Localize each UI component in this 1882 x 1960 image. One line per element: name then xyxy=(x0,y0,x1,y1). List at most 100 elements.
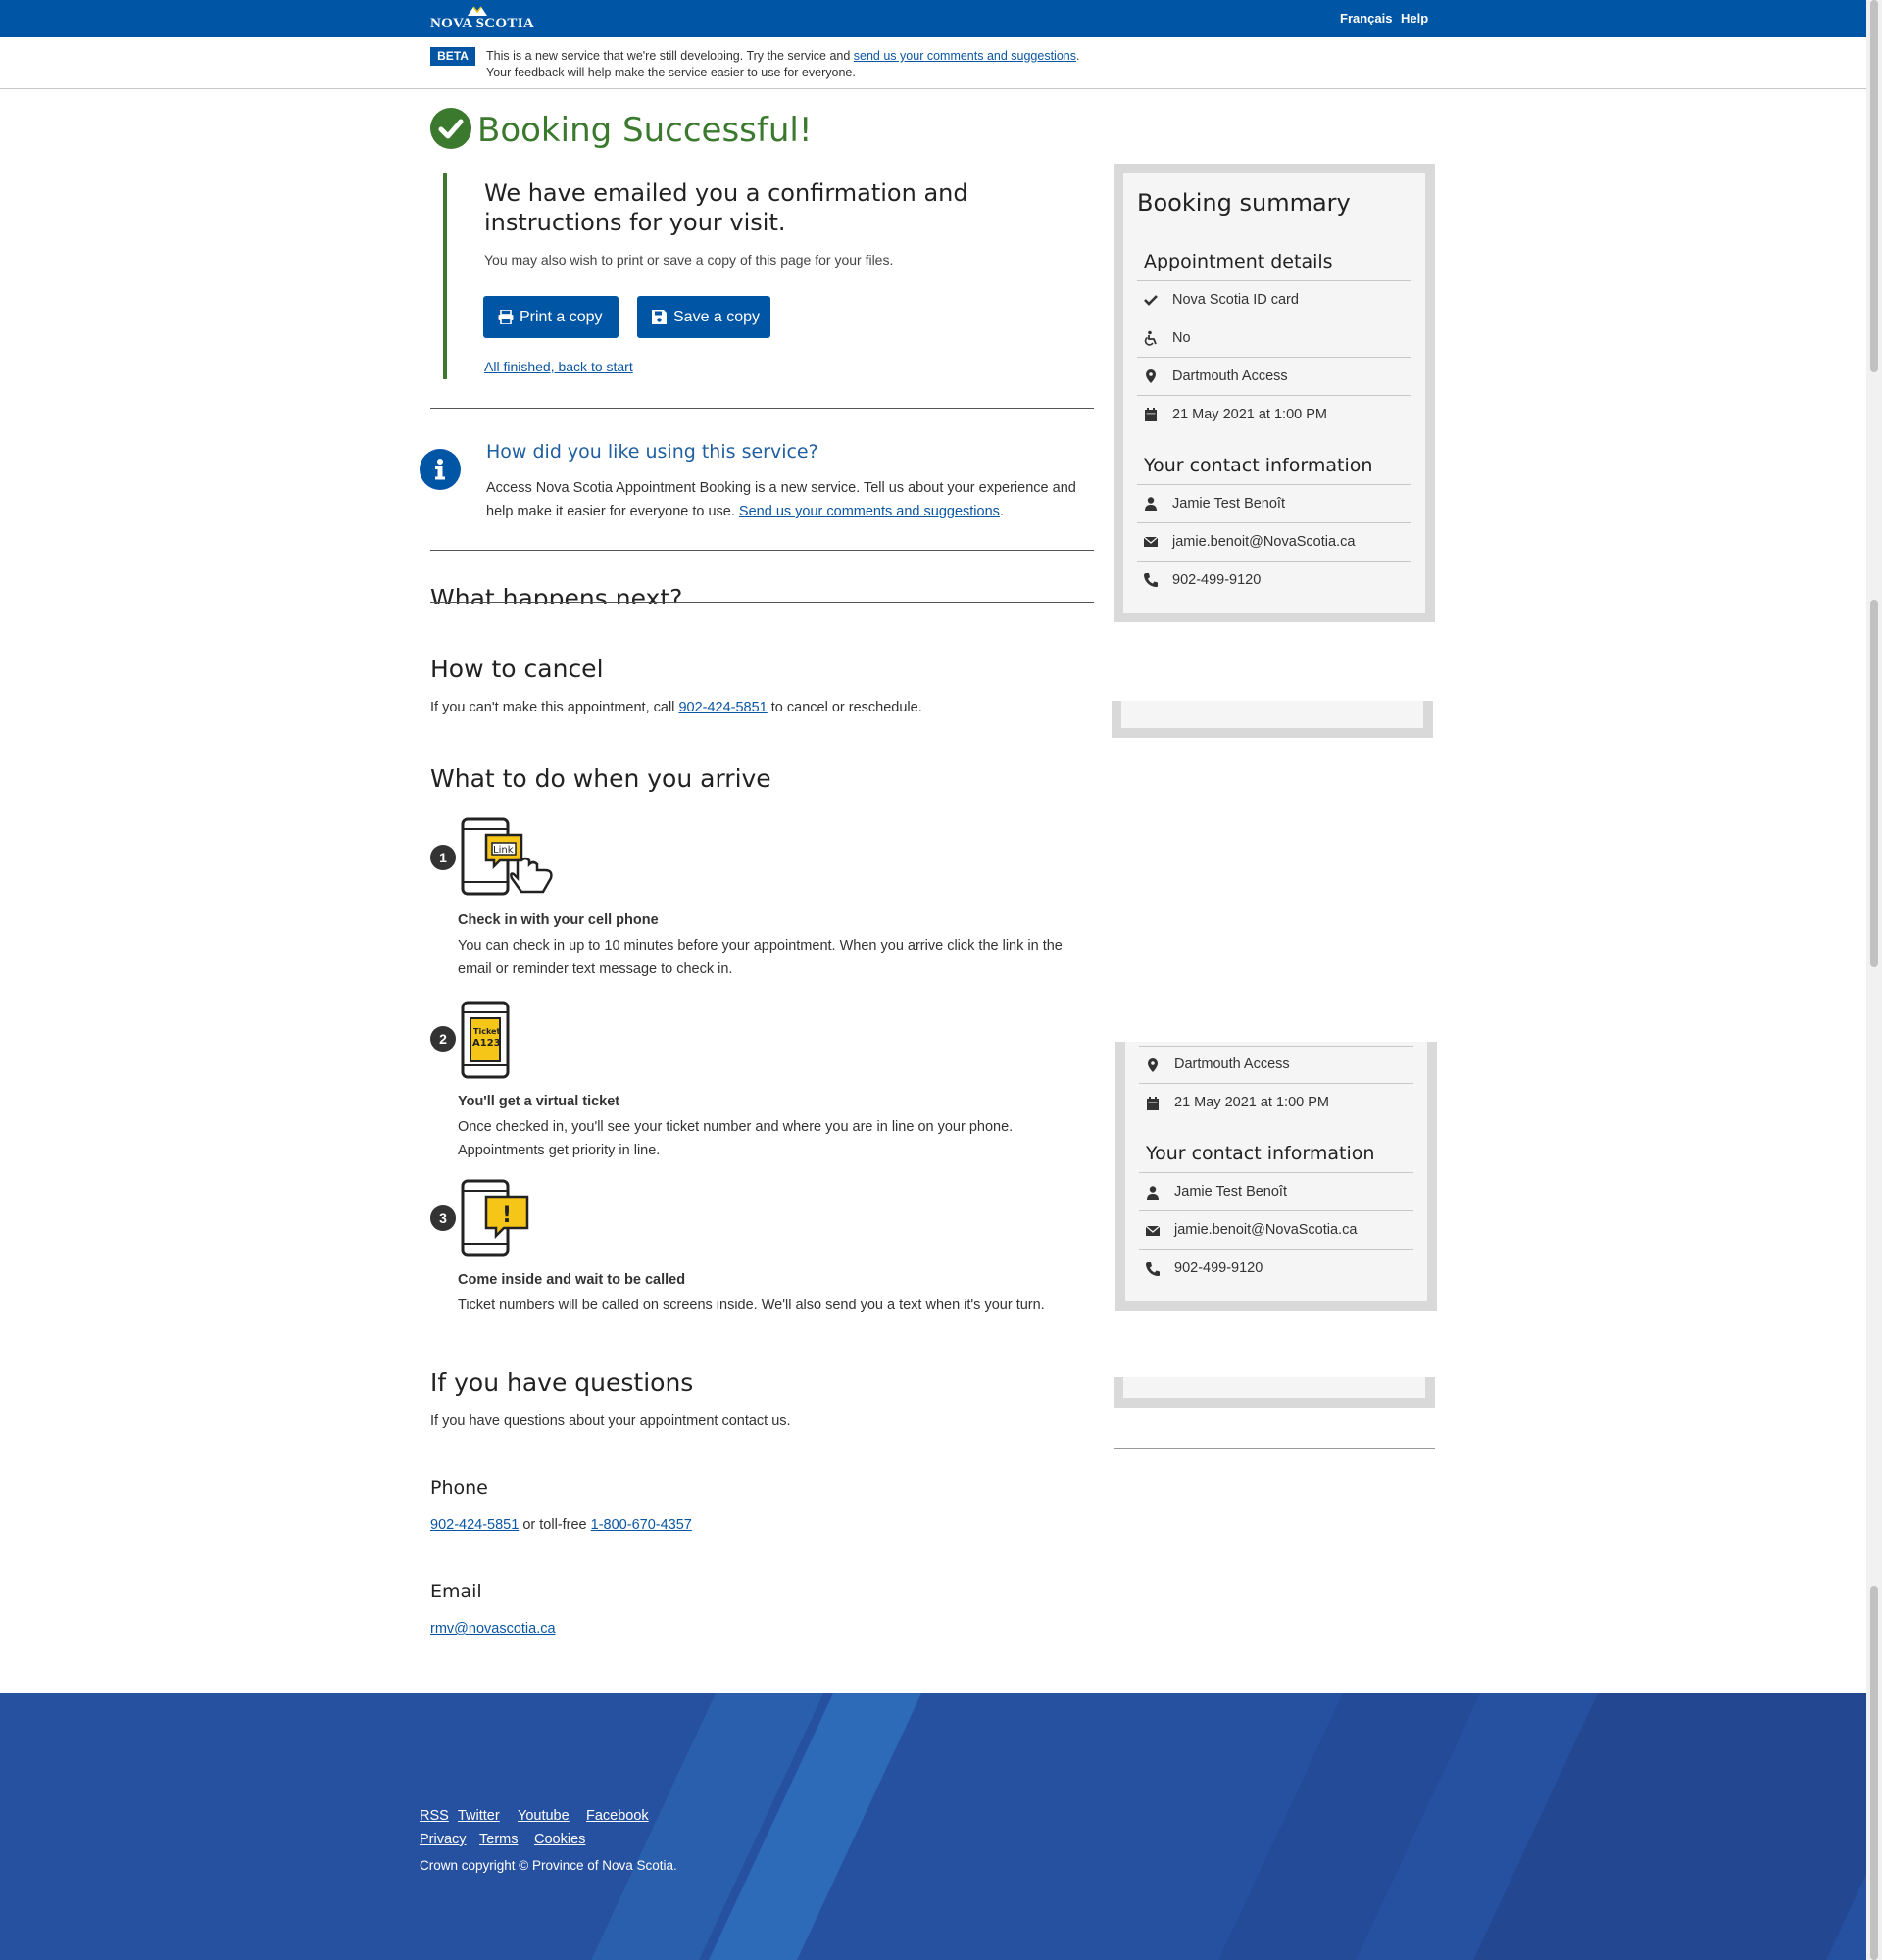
step-title: Check in with your cell phone xyxy=(458,912,659,928)
footer-link-cookies[interactable]: Cookies xyxy=(534,1832,585,1847)
help-link[interactable]: Help xyxy=(1401,11,1428,25)
print-button[interactable]: Print a copy xyxy=(483,296,619,338)
confirmation-subtext: You may also wish to print or save a cop… xyxy=(484,252,894,268)
map-marker-icon xyxy=(1148,1058,1158,1072)
row-divider xyxy=(1137,318,1412,319)
email-heading: Email xyxy=(430,1581,482,1602)
summary-email: jamie.benoit@NovaScotia.ca xyxy=(1174,1222,1358,1238)
cancel-text: If you can't make this appointment, call… xyxy=(430,696,922,719)
logo-text: NOVA SCOTIA xyxy=(430,16,534,31)
user-icon xyxy=(1147,1186,1159,1200)
summary-service: Nova Scotia ID card xyxy=(1172,292,1299,308)
summary-phone: 902-499-9120 xyxy=(1174,1260,1263,1276)
top-bar xyxy=(0,0,1866,37)
page-title: Booking Successful! xyxy=(477,111,813,150)
back-to-start-link[interactable]: All finished, back to start xyxy=(484,359,633,374)
row-divider xyxy=(1137,561,1412,562)
phone-heading: Phone xyxy=(430,1477,488,1498)
summary-ghost-fragment-inner xyxy=(1123,1377,1425,1398)
francais-link[interactable]: Français xyxy=(1340,11,1392,25)
nova-scotia-logo[interactable]: NOVA SCOTIA xyxy=(430,4,534,33)
wheelchair-icon xyxy=(1144,330,1157,346)
beta-text-before: This is a new service that we're still d… xyxy=(486,49,854,63)
phone-mid-text: or toll-free xyxy=(519,1517,591,1533)
link-illustration-text: Link xyxy=(493,845,514,856)
cancel-heading: How to cancel xyxy=(430,655,604,683)
footer-link-facebook[interactable]: Facebook xyxy=(586,1808,649,1824)
footer-link-youtube[interactable]: Youtube xyxy=(518,1808,570,1824)
calendar-icon xyxy=(1147,1097,1159,1110)
email-link[interactable]: rmv@novascotia.ca xyxy=(430,1621,556,1637)
questions-text: If you have questions about your appoint… xyxy=(430,1413,791,1429)
tollfree-link[interactable]: 1-800-670-4357 xyxy=(591,1517,692,1533)
step-title: You'll get a virtual ticket xyxy=(458,1094,620,1109)
step-title: Come inside and wait to be called xyxy=(458,1272,686,1288)
row-divider xyxy=(1139,1046,1413,1047)
cancel-text-after: to cancel or reschedule. xyxy=(767,700,922,715)
confirmation-accent-bar xyxy=(443,173,447,379)
footer-stripe xyxy=(1182,1693,1504,1960)
divider xyxy=(430,602,1094,603)
beta-text-after: . xyxy=(1076,49,1080,63)
row-divider xyxy=(1137,280,1412,281)
step-number: 2 xyxy=(430,1026,456,1052)
beta-line2: Your feedback will help make the service… xyxy=(486,66,856,79)
save-button-label: Save a copy xyxy=(673,309,761,325)
ticket-illustration-number: A123 xyxy=(472,1038,501,1049)
summary-location: Dartmouth Access xyxy=(1172,368,1288,384)
divider xyxy=(430,550,1094,551)
row-divider xyxy=(1139,1083,1413,1084)
user-icon xyxy=(1145,497,1157,511)
feedback-link[interactable]: Send us your comments and suggestions xyxy=(739,504,1000,519)
sidebar-divider xyxy=(1114,1448,1435,1449)
row-divider xyxy=(1139,1249,1413,1250)
calendar-icon xyxy=(1145,408,1157,421)
summary-phone: 902-499-9120 xyxy=(1172,572,1262,588)
map-marker-icon xyxy=(1146,369,1156,383)
beta-badge: BETA xyxy=(430,47,475,66)
save-icon xyxy=(652,310,667,324)
questions-heading: If you have questions xyxy=(430,1368,694,1396)
step-text: Once checked in, you'll see your ticket … xyxy=(458,1119,1014,1158)
phone-icon xyxy=(1144,573,1158,587)
row-divider xyxy=(1139,1172,1413,1173)
phone-link[interactable]: 902-424-5851 xyxy=(430,1517,519,1533)
scrollbar-thumb[interactable] xyxy=(1870,0,1878,372)
footer-link-rss[interactable]: RSS xyxy=(420,1808,449,1824)
step-number: 3 xyxy=(430,1205,456,1231)
footer-link-privacy[interactable]: Privacy xyxy=(420,1832,467,1847)
cancel-phone-link[interactable]: 902-424-5851 xyxy=(678,700,767,715)
beta-feedback-link[interactable]: send us your comments and suggestions xyxy=(854,49,1076,63)
booking-summary-title: Booking summary xyxy=(1137,189,1351,217)
contact-info-heading: Your contact information xyxy=(1144,455,1373,476)
footer xyxy=(0,1693,1866,1960)
phone-icon xyxy=(1146,1262,1160,1276)
check-icon xyxy=(1144,295,1158,306)
footer-stripe xyxy=(1437,1693,1866,1960)
appointment-details-heading: Appointment details xyxy=(1144,251,1333,272)
save-button[interactable]: Save a copy xyxy=(637,296,770,338)
phone-alert-icon: ! xyxy=(461,1179,529,1257)
summary-name: Jamie Test Benoît xyxy=(1172,496,1285,512)
phone-ticket-icon: Ticket A123 xyxy=(461,1001,510,1079)
feedback-text-after: . xyxy=(999,504,1004,519)
summary-name: Jamie Test Benoît xyxy=(1174,1184,1287,1200)
summary-datetime: 21 May 2021 at 1:00 PM xyxy=(1172,407,1327,422)
envelope-icon xyxy=(1145,1225,1161,1236)
scrollbar-thumb[interactable] xyxy=(1870,1586,1878,1960)
footer-link-twitter[interactable]: Twitter xyxy=(458,1808,500,1824)
arrive-heading: What to do when you arrive xyxy=(430,764,771,793)
beta-message: This is a new service that we're still d… xyxy=(486,48,1192,81)
summary-accessibility: No xyxy=(1172,330,1191,346)
row-divider xyxy=(1137,395,1412,396)
footer-link-terms[interactable]: Terms xyxy=(479,1832,518,1847)
print-button-label: Print a copy xyxy=(520,309,603,325)
scrollbar-thumb[interactable] xyxy=(1870,600,1878,967)
success-check-icon xyxy=(430,108,471,149)
feedback-text: Access Nova Scotia Appointment Booking i… xyxy=(486,476,1098,523)
next-section-clip: What happens next? xyxy=(430,582,1094,604)
row-divider xyxy=(1137,357,1412,358)
step-number: 1 xyxy=(430,845,456,870)
step-text: Ticket numbers will be called on screens… xyxy=(458,1298,1045,1313)
step-text: You can check in up to 10 minutes before… xyxy=(458,938,1063,977)
